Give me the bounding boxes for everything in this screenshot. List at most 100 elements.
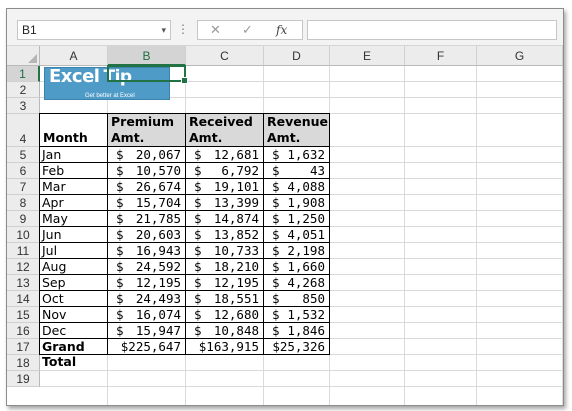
currency-symbol: $ bbox=[272, 227, 280, 242]
logo-brand: Excel bbox=[49, 67, 100, 87]
currency-symbol: $ bbox=[116, 211, 124, 226]
revenue-amount-cell: $4,088 bbox=[264, 179, 330, 195]
row-header-9[interactable]: 9 bbox=[7, 211, 40, 227]
chevron-down-icon[interactable]: ▾ bbox=[161, 21, 166, 39]
received-amount-cell: $10,848 bbox=[186, 323, 264, 339]
currency-symbol: $ bbox=[116, 307, 124, 322]
formula-bar: B1 ▾ ⋮ ✕ ✓ fx bbox=[7, 9, 563, 46]
header-received-amt-line2: Amt. bbox=[189, 130, 223, 145]
row-header-15[interactable]: 15 bbox=[7, 307, 40, 323]
revenue-value: 1,250 bbox=[287, 211, 325, 226]
revenue-value: 1,532 bbox=[287, 307, 325, 322]
header-premium-amt-line1: Premium bbox=[111, 114, 175, 129]
column-header-a[interactable]: A bbox=[40, 46, 108, 66]
premium-value: 20,603 bbox=[135, 227, 181, 242]
received-amount-cell: $13,852 bbox=[186, 227, 264, 243]
premium-amount-cell: $21,785 bbox=[108, 211, 186, 227]
received-value: 12,681 bbox=[213, 147, 259, 162]
row-header-4[interactable]: 4 bbox=[7, 114, 40, 147]
fill-handle[interactable] bbox=[181, 77, 188, 84]
received-value: 10,733 bbox=[213, 243, 259, 258]
column-header-d[interactable]: D bbox=[264, 46, 330, 66]
currency-symbol: $ bbox=[194, 307, 202, 322]
received-amount-cell: $19,101 bbox=[186, 179, 264, 195]
row-header-12[interactable]: 12 bbox=[7, 259, 40, 275]
month-cell: Aug bbox=[40, 259, 108, 275]
currency-symbol: $ bbox=[272, 275, 280, 290]
premium-amount-cell: $24,493 bbox=[108, 291, 186, 307]
column-header-c[interactable]: C bbox=[186, 46, 264, 66]
row-header-18[interactable]: 18 bbox=[7, 355, 40, 371]
premium-value: 10,570 bbox=[135, 163, 181, 178]
revenue-amount-cell: $850 bbox=[264, 291, 330, 307]
currency-symbol: $ bbox=[194, 179, 202, 194]
row-header-7[interactable]: 7 bbox=[7, 179, 40, 195]
currency-symbol: $ bbox=[194, 275, 202, 290]
month-cell: Feb bbox=[40, 163, 108, 179]
row-header-14[interactable]: 14 bbox=[7, 291, 40, 307]
currency-symbol: $ bbox=[272, 163, 280, 178]
row-header-10[interactable]: 10 bbox=[7, 227, 40, 243]
vertical-dots-icon: ⋮ bbox=[177, 22, 189, 36]
received-value: 12,680 bbox=[213, 307, 259, 322]
received-amount-cell: $10,733 bbox=[186, 243, 264, 259]
select-all-button[interactable] bbox=[7, 46, 40, 66]
row-header-19[interactable]: 19 bbox=[7, 371, 40, 387]
revenue-amount-cell: $1,532 bbox=[264, 307, 330, 323]
row-header-11[interactable]: 11 bbox=[7, 243, 40, 259]
row-header-1[interactable]: 1 bbox=[7, 66, 40, 82]
currency-symbol: $ bbox=[272, 291, 280, 306]
received-amount-cell: $18,551 bbox=[186, 291, 264, 307]
formula-input[interactable] bbox=[307, 20, 557, 40]
row-header-2[interactable]: 2 bbox=[7, 82, 40, 98]
worksheet-grid[interactable]: A B C D E F G 1 2 3 4 5 6 7 8 9 10 11 12 13 14 15 16 17 18 19 Exce… bbox=[7, 46, 563, 405]
month-cell: Jun bbox=[40, 227, 108, 243]
revenue-value: 1,908 bbox=[287, 195, 325, 210]
revenue-amount-cell: $1,660 bbox=[264, 259, 330, 275]
insert-function-icon[interactable]: fx bbox=[276, 21, 287, 39]
revenue-value: 1,632 bbox=[287, 147, 325, 162]
received-value: 10,848 bbox=[213, 323, 259, 338]
received-value: 19,101 bbox=[213, 179, 259, 194]
premium-value: 26,674 bbox=[135, 179, 181, 194]
currency-symbol: $ bbox=[194, 227, 202, 242]
premium-amount-cell: $26,674 bbox=[108, 179, 186, 195]
premium-value: 15,947 bbox=[135, 323, 181, 338]
premium-value: 12,195 bbox=[135, 275, 181, 290]
enter-check-icon[interactable]: ✓ bbox=[242, 21, 253, 39]
name-box-value: B1 bbox=[22, 23, 37, 37]
currency-symbol: $ bbox=[272, 195, 280, 210]
logo-tagline: Get better at Excel bbox=[85, 93, 135, 99]
currency-symbol: $ bbox=[194, 195, 202, 210]
received-amount-cell: $14,874 bbox=[186, 211, 264, 227]
gridline-horizontal bbox=[40, 370, 563, 371]
premium-amount-cell: $15,704 bbox=[108, 195, 186, 211]
column-header-g[interactable]: G bbox=[477, 46, 563, 66]
row-header-17[interactable]: 17 bbox=[7, 339, 40, 355]
row-header-8[interactable]: 8 bbox=[7, 195, 40, 211]
premium-value: 16,943 bbox=[135, 243, 181, 258]
header-premium-amt-line2: Amt. bbox=[111, 130, 145, 145]
row-header-5[interactable]: 5 bbox=[7, 147, 40, 163]
column-header-f[interactable]: F bbox=[405, 46, 477, 66]
header-premium-amt: Premium Amt. bbox=[108, 114, 186, 147]
row-header-3[interactable]: 3 bbox=[7, 98, 40, 114]
premium-value: 20,067 bbox=[135, 147, 181, 162]
cancel-icon[interactable]: ✕ bbox=[210, 21, 221, 39]
column-header-e[interactable]: E bbox=[330, 46, 405, 66]
revenue-value: 4,051 bbox=[287, 227, 325, 242]
column-header-b[interactable]: B bbox=[108, 46, 186, 66]
received-amount-cell: $6,792 bbox=[186, 163, 264, 179]
grand-total-premium: $225,647 bbox=[108, 339, 186, 355]
row-header-16[interactable]: 16 bbox=[7, 323, 40, 339]
revenue-amount-cell: $4,268 bbox=[264, 275, 330, 291]
selected-cell-b1[interactable] bbox=[107, 65, 188, 84]
premium-amount-cell: $10,570 bbox=[108, 163, 186, 179]
currency-symbol: $ bbox=[194, 291, 202, 306]
row-header-6[interactable]: 6 bbox=[7, 163, 40, 179]
received-amount-cell: $12,681 bbox=[186, 147, 264, 163]
grand-total-revenue-value: $25,326 bbox=[272, 339, 325, 354]
row-header-13[interactable]: 13 bbox=[7, 275, 40, 291]
premium-amount-cell: $20,067 bbox=[108, 147, 186, 163]
name-box[interactable]: B1 ▾ bbox=[17, 20, 171, 40]
